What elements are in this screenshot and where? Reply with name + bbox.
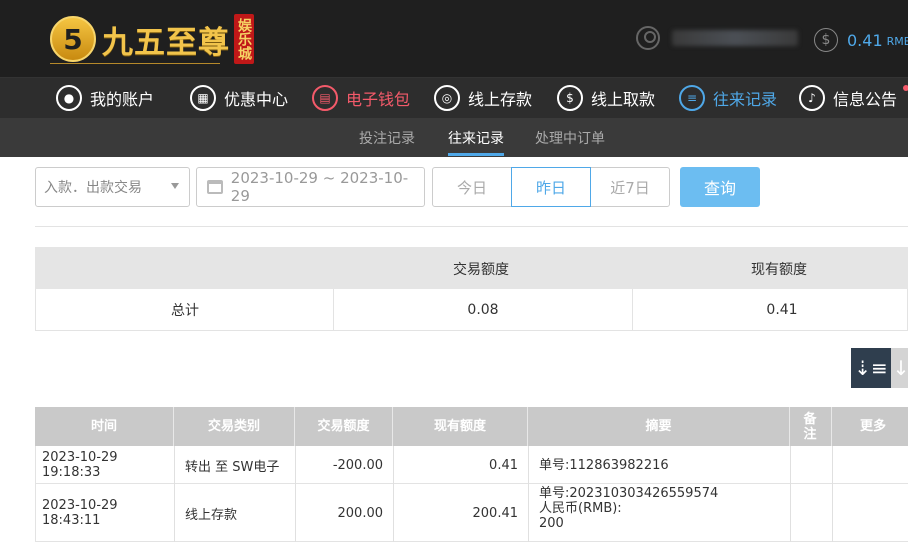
main-nav: ● 我的账户 ▦ 优惠中心 ▤ 电子钱包 ◎ 线上存款 $ 线上取款 ≡ 往来记… bbox=[0, 78, 908, 118]
range-today-button[interactable]: 今日 bbox=[432, 167, 512, 207]
summary-header-amount: 交易额度 bbox=[453, 262, 509, 278]
notification-dot bbox=[903, 85, 908, 91]
records-header: 时间 交易类别 交易额度 现有额度 摘要 备注 更多 bbox=[35, 407, 908, 446]
col-header-time: 时间 bbox=[90, 419, 117, 434]
summary-line: 人民币(RMB): bbox=[539, 501, 622, 516]
column-divider bbox=[528, 446, 529, 484]
logo-badge: 娱乐城 bbox=[234, 14, 254, 64]
balance-area: $ 0.41 RMB bbox=[814, 28, 908, 52]
calendar-icon bbox=[207, 180, 223, 194]
logo-ornament bbox=[50, 58, 220, 64]
summary-line: 单号:112863982216 bbox=[539, 457, 669, 473]
user-area[interactable] bbox=[636, 26, 798, 50]
col-header-amount: 交易额度 bbox=[317, 419, 370, 434]
tab-bet-records[interactable]: 投注记录 bbox=[359, 128, 415, 148]
nav-item-label: 线上取款 bbox=[591, 90, 656, 109]
nav-item-wallet[interactable]: ▤ 电子钱包 bbox=[312, 82, 410, 114]
cell-summary: 单号:202310303426559574 人民币(RMB): 200 bbox=[533, 484, 790, 536]
cell-amount: -200.00 bbox=[332, 457, 383, 473]
nav-item-label: 优惠中心 bbox=[224, 90, 289, 109]
chevron-down-icon bbox=[171, 183, 179, 189]
tab-pending-orders[interactable]: 处理中订单 bbox=[535, 128, 605, 148]
sort-ascending-icon: ↓ bbox=[892, 356, 908, 380]
query-button[interactable]: 查询 bbox=[680, 167, 760, 207]
sort-ascending-button[interactable]: ↓ bbox=[891, 348, 908, 388]
nav-item-label: 线上存款 bbox=[468, 90, 533, 109]
sort-descending-icon: ⇣≡ bbox=[854, 356, 888, 380]
cell-time: 2023-10-29 19:18:33 bbox=[42, 450, 118, 480]
column-divider bbox=[174, 484, 175, 542]
summary-total-label: 总计 bbox=[171, 303, 199, 319]
balance-value: 0.41 bbox=[847, 30, 883, 50]
range-yesterday-button[interactable]: 昨日 bbox=[511, 167, 591, 207]
top-header: 5 九五至尊 娱乐城 $ 0.41 RMB bbox=[0, 0, 908, 78]
sort-descending-button[interactable]: ⇣≡ bbox=[851, 348, 891, 388]
cell-type: 线上存款 bbox=[185, 507, 238, 523]
cell-type: 转出 至 SW电子 bbox=[185, 459, 280, 475]
nav-item-label: 我的账户 bbox=[90, 90, 155, 109]
gift-icon: ▦ bbox=[190, 85, 216, 111]
summary-header: 交易额度 现有额度 bbox=[35, 247, 908, 289]
user-avatar-icon bbox=[636, 26, 660, 50]
username-redacted bbox=[672, 30, 798, 46]
nav-item-announcements[interactable]: ♪ 信息公告 bbox=[799, 82, 897, 114]
summary-total-row: 总计 0.08 0.41 bbox=[35, 289, 908, 331]
nav-item-deposit[interactable]: ◎ 线上存款 bbox=[434, 82, 532, 114]
records-table: 时间 交易类别 交易额度 现有额度 摘要 备注 更多 2023-10-29 19… bbox=[35, 407, 908, 542]
col-header-remark: 备注 bbox=[803, 411, 817, 442]
summary-total-balance: 0.41 bbox=[766, 302, 798, 318]
col-header-summary: 摘要 bbox=[645, 419, 672, 434]
transaction-type-value: 入款．出款交易 bbox=[44, 180, 142, 196]
nav-item-label: 往来记录 bbox=[713, 90, 778, 109]
nav-item-withdraw[interactable]: $ 线上取款 bbox=[557, 82, 655, 114]
summary-header-balance: 现有额度 bbox=[751, 262, 807, 278]
nav-item-label: 信息公告 bbox=[833, 90, 898, 109]
date-range-input[interactable]: 2023-10-29 ~ 2023-10-29 bbox=[196, 167, 425, 207]
bell-icon: ♪ bbox=[799, 85, 825, 111]
balance-currency: RMB bbox=[886, 35, 908, 48]
cell-summary: 单号:112863982216 bbox=[533, 446, 790, 484]
active-tab-indicator bbox=[448, 153, 504, 156]
logo-mark: 5 bbox=[50, 16, 96, 62]
withdraw-icon: $ bbox=[557, 85, 583, 111]
col-header-type: 交易类别 bbox=[207, 419, 260, 434]
column-divider bbox=[832, 484, 833, 542]
logo-name: 九五至尊 bbox=[102, 24, 230, 61]
records-icon: ≡ bbox=[679, 85, 705, 111]
summary-total-amount: 0.08 bbox=[467, 302, 499, 318]
col-header-more: 更多 bbox=[859, 419, 886, 434]
cell-balance: 0.41 bbox=[489, 457, 518, 473]
column-divider bbox=[790, 446, 791, 484]
cell-amount: 200.00 bbox=[337, 505, 384, 521]
summary-table: 交易额度 现有额度 总计 0.08 0.41 bbox=[35, 247, 908, 331]
col-header-balance: 现有额度 bbox=[433, 419, 486, 434]
nav-item-label: 电子钱包 bbox=[346, 90, 411, 109]
cell-balance: 200.41 bbox=[472, 505, 519, 521]
nav-item-account[interactable]: ● 我的账户 bbox=[56, 82, 154, 114]
wallet-icon: ▤ bbox=[312, 85, 338, 111]
date-range-value: 2023-10-29 ~ 2023-10-29 bbox=[230, 169, 409, 205]
column-divider bbox=[528, 484, 529, 542]
table-row[interactable]: 2023-10-29 19:18:33 转出 至 SW电子 -200.00 0.… bbox=[35, 446, 908, 484]
deposit-icon: ◎ bbox=[434, 85, 460, 111]
table-row[interactable]: 2023-10-29 18:43:11 线上存款 200.00 200.41 单… bbox=[35, 484, 908, 542]
cell-time: 2023-10-29 18:43:11 bbox=[42, 498, 118, 528]
nav-item-promotions[interactable]: ▦ 优惠中心 bbox=[190, 82, 288, 114]
nav-item-records[interactable]: ≡ 往来记录 bbox=[679, 82, 777, 114]
user-icon: ● bbox=[56, 85, 82, 111]
summary-line: 单号:202310303426559574 bbox=[539, 486, 719, 501]
column-divider bbox=[790, 484, 791, 542]
summary-line: 200 bbox=[539, 516, 564, 531]
dollar-icon: $ bbox=[814, 28, 838, 52]
section-divider bbox=[35, 226, 908, 227]
column-divider bbox=[832, 446, 833, 484]
sub-nav: 投注记录 往来记录 处理中订单 bbox=[0, 118, 908, 157]
tab-transaction-records[interactable]: 往来记录 bbox=[448, 128, 504, 148]
column-divider bbox=[174, 446, 175, 484]
range-7days-button[interactable]: 近7日 bbox=[590, 167, 670, 207]
transaction-type-select[interactable]: 入款．出款交易 bbox=[35, 167, 190, 207]
